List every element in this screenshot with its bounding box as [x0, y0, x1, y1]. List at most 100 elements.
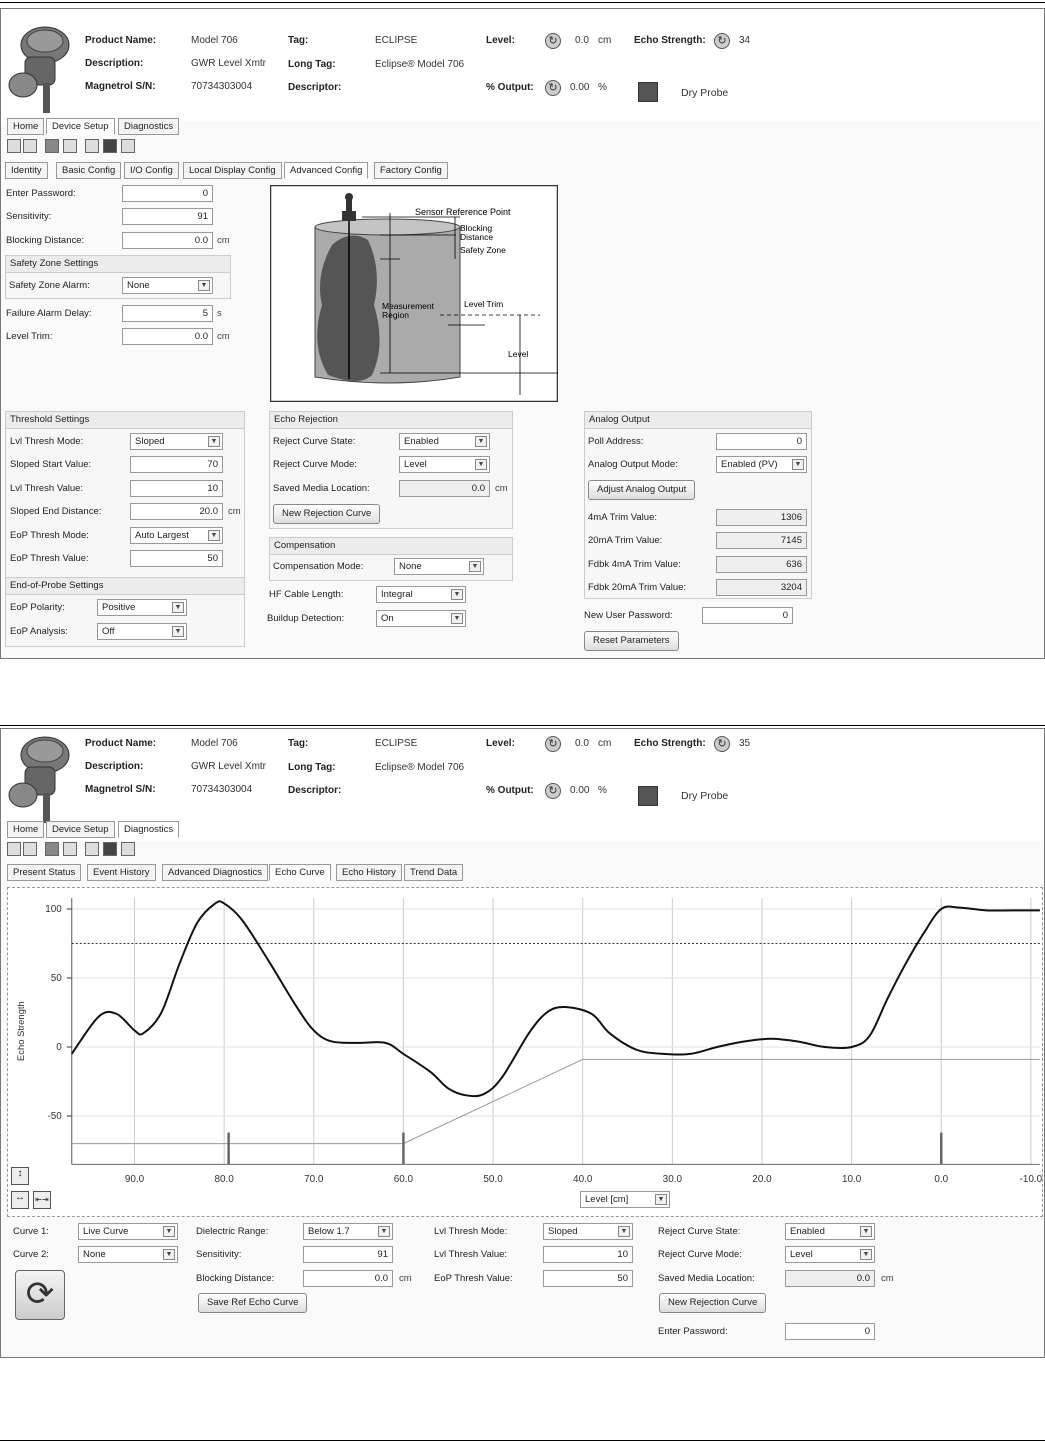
tab-echo-history[interactable]: Echo History — [336, 864, 402, 881]
curve2-select[interactable]: None ▼ — [78, 1246, 178, 1263]
vertical-zoom-icon[interactable]: ↕ — [11, 1167, 29, 1185]
echo-curve-chart[interactable]: 90.0 80.0 70.0 60.0 50.0 40.0 30.0 20.0 10.0 0.0 -… — [7, 887, 1043, 1217]
lvl-thresh-value-field[interactable]: 10 — [543, 1246, 633, 1263]
layout2-icon[interactable] — [23, 139, 37, 153]
enter-password-field[interactable]: 0 — [785, 1323, 875, 1340]
eop-thresh-mode-select[interactable]: Auto Largest ▼ — [130, 527, 223, 544]
mail-icon[interactable] — [121, 842, 135, 856]
x-tick-label: 40.0 — [573, 1174, 593, 1185]
layout-icon[interactable] — [7, 842, 21, 856]
saved-media-location-unit: cm — [881, 1273, 894, 1284]
reject-curve-state-select[interactable]: Enabled ▼ — [785, 1223, 875, 1240]
level-trim-field[interactable]: 0.0 — [122, 328, 213, 345]
x-tick-label: 90.0 — [125, 1174, 145, 1185]
analog-output-mode-select[interactable]: Enabled (PV) ▼ — [716, 456, 807, 473]
level-label: Level: — [486, 35, 515, 46]
tab-factory-config[interactable]: Factory Config — [374, 162, 448, 179]
tab-io-config[interactable]: I/O Config — [124, 162, 179, 179]
reject-curve-state-select[interactable]: Enabled ▼ — [399, 433, 490, 450]
sloped-start-value-field[interactable]: 70 — [130, 456, 223, 473]
tab-trend-data[interactable]: Trend Data — [404, 864, 464, 881]
eop-thresh-value-field[interactable]: 50 — [130, 550, 223, 567]
safety-zone-alarm-select[interactable]: None ▼ — [122, 277, 213, 294]
tab-basic-config[interactable]: Basic Config — [56, 162, 122, 179]
sensitivity-field[interactable]: 91 — [303, 1246, 393, 1263]
enter-password-field[interactable]: 0 — [122, 185, 213, 202]
echo-refresh-icon[interactable]: ↻ — [714, 736, 730, 752]
lvl-thresh-mode-select[interactable]: Sloped ▼ — [543, 1223, 633, 1240]
echo-strength-value: 35 — [739, 738, 751, 749]
tab-event-history[interactable]: Event History — [87, 864, 156, 881]
print-icon[interactable] — [63, 139, 77, 153]
level-refresh-icon[interactable]: ↻ — [545, 33, 561, 49]
layout-icon[interactable] — [7, 139, 21, 153]
save-icon[interactable] — [45, 139, 59, 153]
tab-advanced-config[interactable]: Advanced Config — [284, 162, 369, 179]
save-ref-echo-curve-button[interactable]: Save Ref Echo Curve — [198, 1293, 308, 1313]
level-refresh-icon[interactable]: ↻ — [545, 736, 561, 752]
lvl-thresh-mode-select[interactable]: Sloped ▼ — [130, 433, 223, 450]
lvl-thresh-mode-label: Lvl Thresh Mode: — [10, 436, 84, 447]
eop-analysis-select[interactable]: Off ▼ — [97, 623, 187, 640]
tag-value: ECLIPSE — [375, 738, 418, 749]
compensation-mode-select[interactable]: None ▼ — [394, 558, 484, 575]
reset-parameters-button[interactable]: Reset Parameters — [584, 631, 679, 651]
tab-diagnostics[interactable]: Diagnostics — [118, 118, 180, 135]
chevron-down-icon: ▼ — [655, 1194, 667, 1205]
safety-zone-alarm-value: None — [127, 280, 150, 291]
reject-curve-mode-select[interactable]: Level ▼ — [399, 456, 490, 473]
adjust-analog-output-button[interactable]: Adjust Analog Output — [588, 480, 696, 500]
reject-curve-mode-value: Level — [790, 1249, 813, 1260]
new-user-password-field[interactable]: 0 — [702, 607, 793, 624]
sloped-end-distance-field[interactable]: 20.0 — [130, 503, 223, 520]
echo-refresh-icon[interactable]: ↻ — [714, 33, 730, 49]
fdbk4-trim-field: 636 — [716, 556, 807, 573]
eop-polarity-select[interactable]: Positive ▼ — [97, 599, 187, 616]
buildup-detection-select[interactable]: On ▼ — [376, 610, 466, 627]
axis-units-select[interactable]: Level [cm] ▼ — [580, 1191, 670, 1208]
tab-device-setup[interactable]: Device Setup — [46, 821, 115, 838]
status-indicator — [638, 82, 658, 102]
output-refresh-icon[interactable]: ↻ — [545, 80, 561, 96]
image-icon[interactable] — [103, 139, 117, 153]
save-icon[interactable] — [45, 842, 59, 856]
tab-local-display-config[interactable]: Local Display Config — [183, 162, 282, 179]
tab-home[interactable]: Home — [7, 118, 45, 135]
tab-home[interactable]: Home — [7, 821, 45, 838]
x-tick-label: -10.0 — [1020, 1174, 1043, 1185]
eop-polarity-label: EoP Polarity: — [10, 602, 65, 613]
description-label: Description: — [85, 761, 144, 772]
upload-icon[interactable] — [85, 842, 99, 856]
layout2-icon[interactable] — [23, 842, 37, 856]
dielectric-range-select[interactable]: Below 1.7 ▼ — [303, 1223, 393, 1240]
reject-curve-state-value: Enabled — [790, 1226, 825, 1237]
hf-cable-length-select[interactable]: Integral ▼ — [376, 586, 466, 603]
horizontal-zoom-icon[interactable]: ↔ — [11, 1191, 29, 1209]
poll-address-field[interactable]: 0 — [716, 433, 807, 450]
image-icon[interactable] — [103, 842, 117, 856]
blocking-distance-field[interactable]: 0.0 — [303, 1270, 393, 1287]
output-refresh-icon[interactable]: ↻ — [545, 783, 561, 799]
tab-identity[interactable]: Identity — [5, 162, 48, 179]
tab-echo-curve[interactable]: Echo Curve — [269, 864, 331, 881]
new-rejection-curve-button[interactable]: New Rejection Curve — [273, 504, 381, 524]
reject-curve-mode-select[interactable]: Level ▼ — [785, 1246, 875, 1263]
tab-advanced-diagnostics[interactable]: Advanced Diagnostics — [162, 864, 268, 881]
print-icon[interactable] — [63, 842, 77, 856]
tab-diagnostics[interactable]: Diagnostics — [118, 821, 180, 838]
eop-thresh-value-field[interactable]: 50 — [543, 1270, 633, 1287]
refresh-curve-button[interactable]: ⟳ — [15, 1270, 65, 1320]
failure-alarm-delay-field[interactable]: 5 — [122, 305, 213, 322]
sensitivity-field[interactable]: 91 — [122, 208, 213, 225]
blocking-distance-field[interactable]: 0.0 — [122, 232, 213, 249]
new-rejection-curve-button[interactable]: New Rejection Curve — [659, 1293, 767, 1313]
curve1-select[interactable]: Live Curve ▼ — [78, 1223, 178, 1240]
ma20-trim-field: 7145 — [716, 532, 807, 549]
tab-present-status[interactable]: Present Status — [7, 864, 82, 881]
chevron-down-icon: ▼ — [860, 1249, 872, 1260]
lvl-thresh-value-field[interactable]: 10 — [130, 480, 223, 497]
zoom-reset-icon[interactable]: ⇤⇥ — [33, 1191, 51, 1209]
mail-icon[interactable] — [121, 139, 135, 153]
tab-device-setup[interactable]: Device Setup — [46, 118, 115, 135]
upload-icon[interactable] — [85, 139, 99, 153]
